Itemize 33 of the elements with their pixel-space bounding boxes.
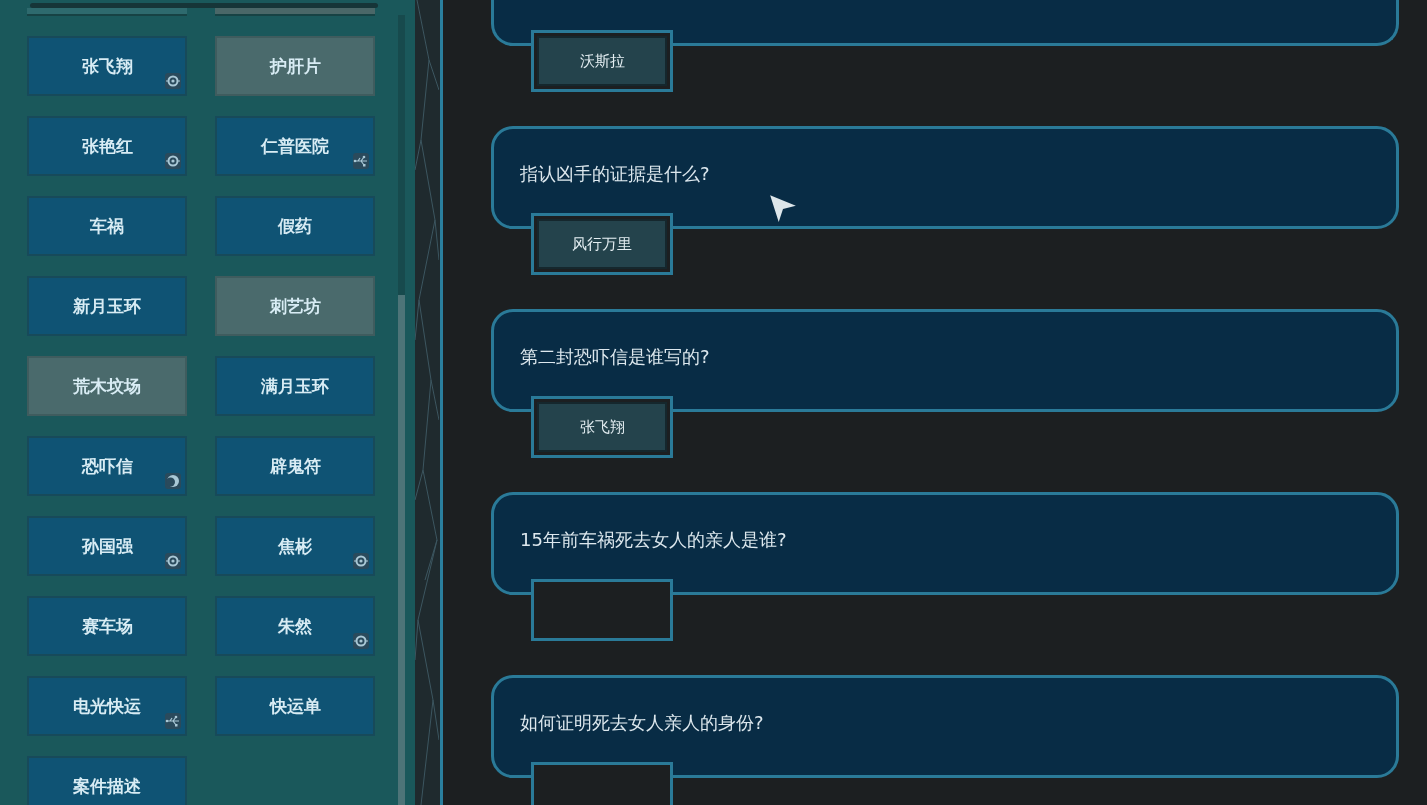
question-text: 如何证明死去女人亲人的身份? xyxy=(520,712,764,733)
clue-tile[interactable]: 荒木坟场 xyxy=(27,356,187,416)
answer-chip[interactable]: 张飞翔 xyxy=(537,402,667,452)
question-text: 指认凶手的证据是什么? xyxy=(520,163,710,184)
answer-chip[interactable]: 风行万里 xyxy=(537,219,667,269)
clue-tile[interactable]: 刺艺坊 xyxy=(215,276,375,336)
clue-tile[interactable]: 满月玉环 xyxy=(215,356,375,416)
clue-tile[interactable]: 赛车场 xyxy=(27,596,187,656)
clue-tile[interactable]: 电光快运 xyxy=(27,676,187,736)
clue-tile[interactable]: 张艳红 xyxy=(27,116,187,176)
clue-tile[interactable]: 护肝片 xyxy=(215,36,375,96)
answer-slot[interactable]: 风行万里 xyxy=(531,213,673,275)
clue-tile[interactable]: 案件描述 xyxy=(27,756,187,805)
question-text: 第二封恐吓信是谁写的? xyxy=(520,346,710,367)
clue-tile[interactable]: 车祸 xyxy=(27,196,187,256)
clue-tile[interactable]: 孙国强 xyxy=(27,516,187,576)
clue-tile[interactable]: 新月玉环 xyxy=(27,276,187,336)
answer-slot[interactable] xyxy=(531,579,673,641)
clue-tile[interactable]: 辟鬼符 xyxy=(215,436,375,496)
clue-tile[interactable]: 仁普医院 xyxy=(215,116,375,176)
clue-tile[interactable]: 快运单 xyxy=(215,676,375,736)
scrollbar-thumb[interactable] xyxy=(398,295,405,805)
clue-tile[interactable]: 焦彬 xyxy=(215,516,375,576)
clue-tile[interactable]: 假药 xyxy=(215,196,375,256)
question-text: 15年前车祸死去女人的亲人是谁? xyxy=(520,529,787,550)
clue-tile[interactable]: 恐吓信 xyxy=(27,436,187,496)
clue-tile[interactable]: 朱然 xyxy=(215,596,375,656)
cursor-icon xyxy=(768,192,798,224)
clue-tile[interactable]: 张飞翔 xyxy=(27,36,187,96)
scrollbar[interactable] xyxy=(398,15,405,805)
answer-slot[interactable]: 沃斯拉 xyxy=(531,30,673,92)
answer-slot[interactable]: 张飞翔 xyxy=(531,396,673,458)
answer-chip[interactable]: 沃斯拉 xyxy=(537,36,667,86)
